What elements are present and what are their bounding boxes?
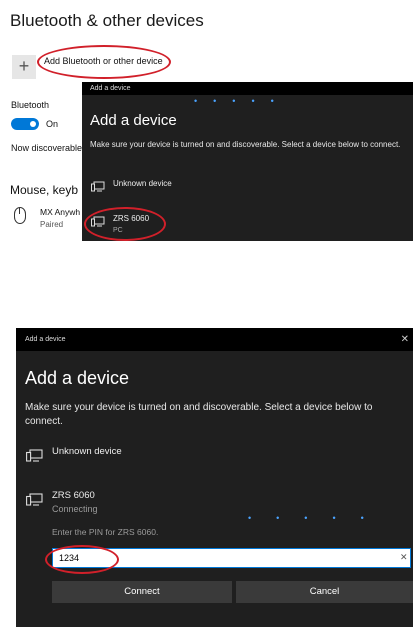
toggle-knob [30, 121, 36, 127]
dialog-titlebar: Add a device ✕ [16, 328, 413, 351]
dialog-titlebar-text: Add a device [90, 85, 131, 92]
device-unknown[interactable]: Unknown device [52, 446, 122, 457]
toggle-state-label: On [46, 119, 59, 129]
clear-input-icon[interactable]: ✕ [400, 552, 408, 563]
bluetooth-toggle[interactable] [11, 118, 39, 130]
page-title: Bluetooth & other devices [10, 11, 204, 30]
dialog-titlebar: Add a device [82, 82, 413, 95]
discoverable-status: Now discoverable [11, 143, 83, 153]
progress-dots: ••••• [248, 513, 389, 523]
device-connection-status: Connecting [52, 504, 98, 514]
highlight-circle-device [84, 207, 166, 241]
dialog-instruction: Make sure your device is turned on and d… [25, 402, 373, 427]
mouse-device-name[interactable]: MX Anywh [40, 207, 80, 217]
cancel-button[interactable]: Cancel [236, 581, 413, 603]
dialog-heading: Add a device [25, 368, 130, 388]
connect-button[interactable]: Connect [52, 581, 232, 603]
monitor-icon [91, 181, 105, 192]
close-icon[interactable]: ✕ [401, 334, 409, 345]
device-zrs-6060[interactable]: ZRS 6060 [52, 490, 95, 501]
mouse-device-status: Paired [40, 220, 64, 229]
pc-icon [26, 493, 43, 506]
bluetooth-label: Bluetooth [11, 100, 50, 110]
highlight-circle-pin [45, 545, 119, 574]
mouse-icon [14, 207, 26, 224]
tutorial-screenshot: Bluetooth & other devices + Add Bluetoot… [0, 0, 413, 627]
dialog-titlebar-text: Add a device [25, 336, 66, 343]
progress-dots: ••••• [194, 96, 290, 106]
mouse-section-title: Mouse, keyb [10, 183, 79, 197]
pin-prompt: Enter the PIN for ZRS 6060. [52, 527, 159, 537]
dialog-heading: Add a device [90, 112, 177, 129]
monitor-icon [26, 449, 43, 462]
device-unknown[interactable]: Unknown device [113, 179, 172, 188]
highlight-circle-add-device [37, 45, 171, 79]
add-device-button[interactable]: + [12, 55, 36, 79]
dialog-instruction: Make sure your device is turned on and d… [90, 140, 401, 149]
